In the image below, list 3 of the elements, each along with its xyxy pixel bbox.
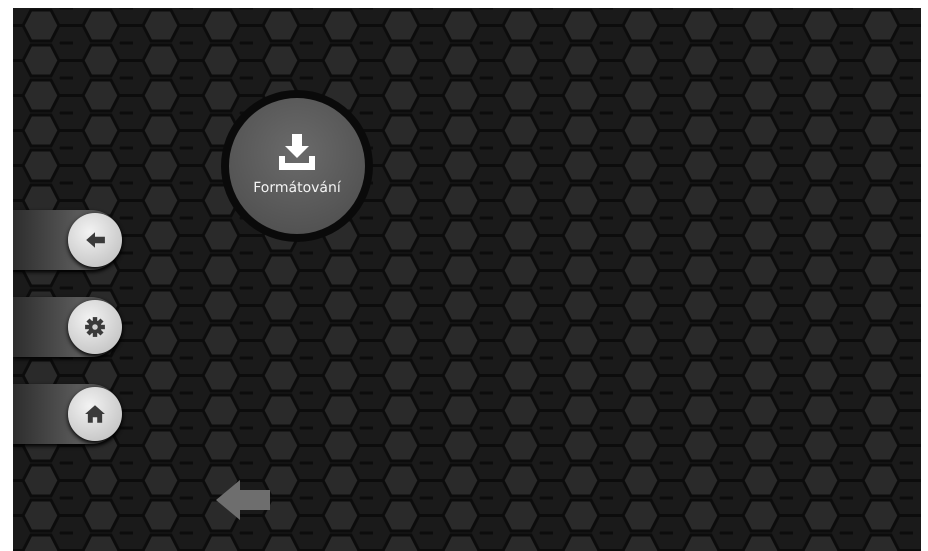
back-arrow-icon[interactable] — [216, 480, 270, 520]
download-icon — [279, 134, 315, 170]
home-icon — [84, 403, 106, 425]
